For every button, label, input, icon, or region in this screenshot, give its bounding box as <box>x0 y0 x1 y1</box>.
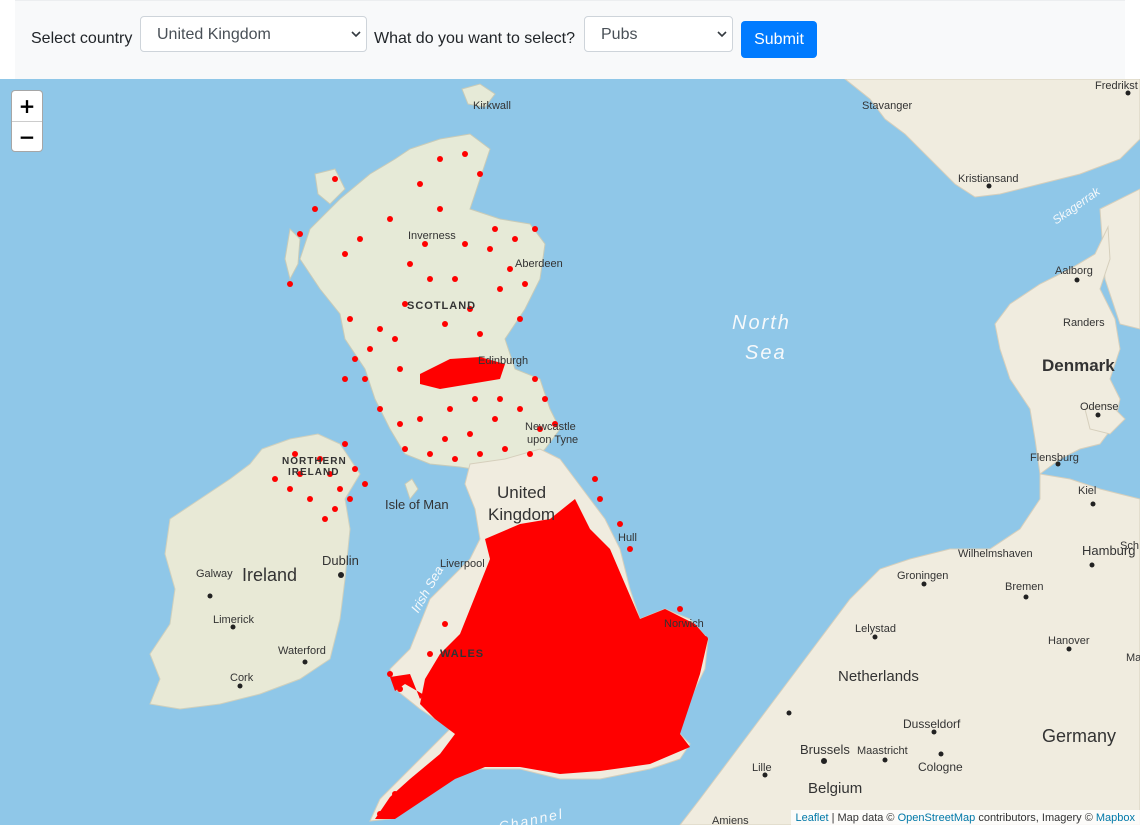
label-lelystad: Lelystad <box>855 623 896 635</box>
zoom-control: + − <box>11 90 43 152</box>
label-magdeburg: Ma <box>1126 652 1140 664</box>
label-belgium: Belgium <box>808 780 862 797</box>
label-aberdeen: Aberdeen <box>515 258 563 270</box>
label-inverness: Inverness <box>408 230 456 242</box>
label-wales: WALES <box>440 648 484 660</box>
label-edinburgh: Edinburgh <box>478 355 528 367</box>
label-north-sea-2: Sea <box>745 342 787 364</box>
label-channel: Channel <box>497 805 565 825</box>
label-newcastle-1: Newcastle <box>525 421 576 433</box>
label-hull: Hull <box>618 532 637 544</box>
label-stavanger: Stavanger <box>862 100 912 112</box>
osm-link[interactable]: OpenStreetMap <box>898 812 976 824</box>
submit-button[interactable]: Submit <box>741 21 817 58</box>
label-cologne: Cologne <box>918 760 963 774</box>
label-skagerrak: Skagerrak <box>1050 184 1104 227</box>
label-kiel: Kiel <box>1078 485 1096 497</box>
label-hanover: Hanover <box>1048 635 1090 647</box>
zoom-in-button[interactable]: + <box>12 91 42 122</box>
leaflet-link[interactable]: Leaflet <box>796 812 829 824</box>
attribution-mid: contributors, Imagery © <box>975 812 1096 824</box>
label-limerick: Limerick <box>213 614 254 626</box>
label-dublin: Dublin <box>322 553 359 568</box>
label-cork: Cork <box>230 672 254 684</box>
label-united-1: United <box>497 483 546 502</box>
label-amiens: Amiens <box>712 815 749 825</box>
label-schwerin: Sch <box>1120 540 1139 552</box>
label-northern-ireland-2: IRELAND <box>288 467 339 478</box>
label-newcastle-2: upon Tyne <box>527 434 578 446</box>
label-liverpool: Liverpool <box>440 558 485 570</box>
label-ireland: Ireland <box>242 565 297 585</box>
label-scotland: SCOTLAND <box>407 300 476 312</box>
label-kirkwall: Kirkwall <box>473 100 511 112</box>
label-lille: Lille <box>752 762 772 774</box>
chevron-down-icon <box>717 31 727 38</box>
label-aalborg: Aalborg <box>1055 265 1093 277</box>
label-norwich: Norwich <box>664 618 704 630</box>
category-select-value: Pubs <box>601 26 638 43</box>
label-maastricht: Maastricht <box>857 745 908 757</box>
label-galway: Galway <box>196 568 233 580</box>
land-hebrides <box>284 227 301 281</box>
label-isle-of-man: Isle of Man <box>385 497 449 512</box>
map-attribution: Leaflet | Map data © OpenStreetMap contr… <box>790 810 1140 825</box>
label-kristiansand: Kristiansand <box>958 173 1019 185</box>
country-select[interactable]: United Kingdom <box>140 16 367 52</box>
label-germany: Germany <box>1042 726 1116 746</box>
label-fredrikstad: Fredrikst <box>1095 80 1138 92</box>
land-isle-of-man <box>404 478 419 501</box>
label-odense: Odense <box>1080 401 1119 413</box>
label-wilhelmshaven: Wilhelmshaven <box>958 548 1033 560</box>
label-northern-ireland-1: NORTHERN <box>282 456 347 467</box>
category-select[interactable]: Pubs <box>584 16 733 52</box>
attribution-sep: | Map data © <box>828 812 898 824</box>
label-groningen: Groningen <box>897 570 948 582</box>
chevron-down-icon <box>351 31 361 38</box>
label-waterford: Waterford <box>278 645 326 657</box>
country-select-value: United Kingdom <box>157 26 271 43</box>
label-randers: Randers <box>1063 317 1105 329</box>
label-netherlands: Netherlands <box>838 668 919 685</box>
label-united-2: Kingdom <box>488 505 555 524</box>
zoom-out-button[interactable]: − <box>12 122 42 152</box>
mapbox-link[interactable]: Mapbox <box>1096 812 1135 824</box>
label-north-sea-1: North <box>732 312 791 334</box>
label-denmark: Denmark <box>1042 356 1115 375</box>
map-view[interactable]: Kirkwall Stavanger Fredrikst Kristiansan… <box>0 79 1140 825</box>
label-dusseldorf: Dusseldorf <box>903 717 961 731</box>
country-label: Select country <box>31 30 133 47</box>
what-label: What do you want to select? <box>374 30 575 47</box>
label-flensburg: Flensburg <box>1030 452 1079 464</box>
label-brussels: Brussels <box>800 742 850 757</box>
label-bremen: Bremen <box>1005 581 1044 593</box>
map-canvas: Kirkwall Stavanger Fredrikst Kristiansan… <box>149 79 1140 825</box>
top-toolbar: Select country United Kingdom What do yo… <box>0 0 1140 80</box>
